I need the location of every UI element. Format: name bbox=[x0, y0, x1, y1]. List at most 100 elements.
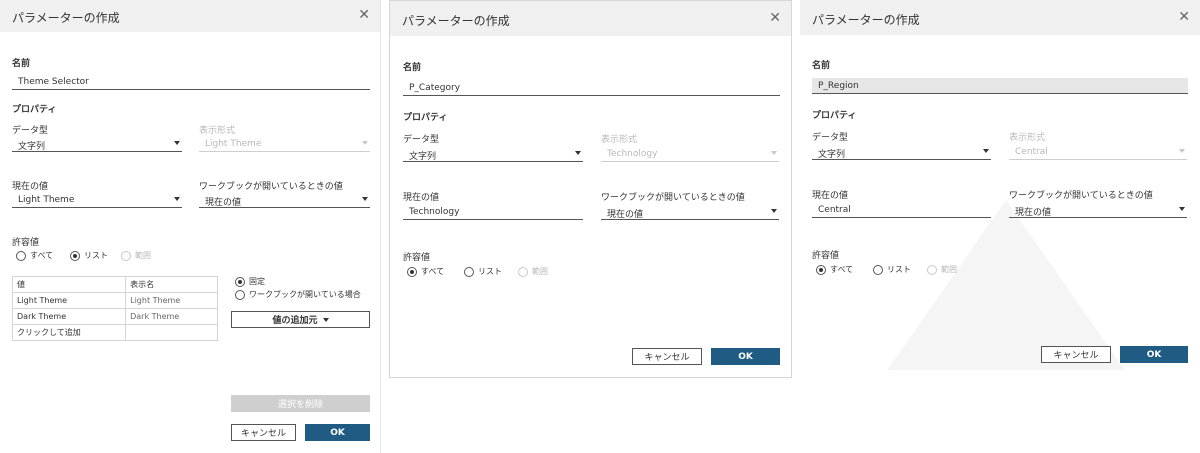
table-cell-display[interactable] bbox=[125, 324, 218, 341]
cancel-button[interactable]: キャンセル bbox=[1041, 346, 1111, 363]
chevron-down-icon bbox=[362, 197, 368, 201]
chevron-down-icon bbox=[771, 209, 777, 213]
column-header-display-name: 表示名 bbox=[125, 276, 218, 293]
data-type-select[interactable]: 文字列 bbox=[12, 136, 182, 152]
dialog-header: パラメーターの作成 ✕ bbox=[0, 0, 380, 32]
radio-when-workbook-opens[interactable]: ワークブックが開いている場合 bbox=[235, 289, 361, 300]
table-row-add[interactable]: クリックして追加 bbox=[11, 324, 218, 341]
properties-label: プロパティ bbox=[403, 113, 448, 123]
table-cell-display[interactable]: Dark Theme bbox=[125, 308, 218, 325]
chevron-down-icon bbox=[1179, 207, 1185, 211]
data-type-select[interactable]: 文字列 bbox=[403, 146, 583, 162]
radio-allowed-list[interactable]: リスト bbox=[464, 266, 502, 277]
cancel-button[interactable]: キャンセル bbox=[231, 424, 296, 441]
workbook-open-value: 現在の値 bbox=[205, 198, 242, 208]
workbook-open-value: 現在の値 bbox=[607, 210, 644, 220]
data-type-value: 文字列 bbox=[409, 152, 437, 162]
table-cell-value[interactable]: Light Theme bbox=[11, 292, 127, 309]
close-icon[interactable]: ✕ bbox=[769, 11, 781, 25]
add-values-label: 値の追加元 bbox=[272, 316, 318, 326]
caret-down-icon bbox=[322, 317, 329, 322]
radio-fixed[interactable]: 固定 bbox=[235, 276, 265, 287]
data-type-value: 文字列 bbox=[18, 142, 46, 152]
ok-button[interactable]: OK bbox=[1120, 346, 1188, 363]
properties-label: プロパティ bbox=[812, 111, 857, 121]
values-table: 値 表示名 Light Theme Light Theme Dark Theme… bbox=[11, 276, 218, 341]
display-format-value: Light Theme bbox=[205, 139, 262, 149]
workbook-open-select[interactable]: 現在の値 bbox=[1009, 202, 1187, 218]
cancel-button[interactable]: キャンセル bbox=[632, 348, 702, 365]
current-value-input[interactable]: Central bbox=[812, 202, 991, 218]
display-format-label: 表示形式 bbox=[199, 126, 236, 136]
table-header-row: 値 表示名 bbox=[11, 276, 218, 293]
radio-allowed-list[interactable]: リスト bbox=[873, 264, 911, 275]
name-label: 名前 bbox=[812, 61, 831, 71]
create-parameter-dialog-region: パラメーターの作成 ✕ 名前 P_Region プロパティ データ型 文字列 表… bbox=[800, 0, 1200, 370]
radio-selected-icon bbox=[235, 276, 245, 287]
dialog-title: パラメーターの作成 bbox=[402, 14, 510, 28]
workbook-open-select[interactable]: 現在の値 bbox=[199, 192, 370, 208]
radio-allowed-range: 範囲 bbox=[518, 266, 548, 277]
current-value-input[interactable]: Technology bbox=[403, 204, 583, 220]
radio-allowed-all[interactable]: すべて bbox=[16, 250, 53, 261]
radio-allowed-all[interactable]: すべて bbox=[816, 264, 853, 275]
display-format-select: Central bbox=[1009, 144, 1187, 160]
create-parameter-dialog-category: パラメーターの作成 ✕ 名前 P_Category プロパティ データ型 文字列… bbox=[389, 0, 792, 378]
radio-label: 固定 bbox=[249, 277, 265, 286]
data-type-value: 文字列 bbox=[818, 150, 846, 160]
column-header-value: 値 bbox=[11, 276, 127, 293]
click-to-add-cell[interactable]: クリックして追加 bbox=[11, 324, 127, 341]
current-value-label: 現在の値 bbox=[812, 191, 849, 201]
radio-allowed-range: 範囲 bbox=[121, 250, 151, 261]
chevron-down-icon bbox=[362, 141, 368, 145]
name-input[interactable]: P_Region bbox=[812, 78, 1188, 94]
remove-selection-button: 選択を削除 bbox=[231, 395, 370, 412]
radio-selected-icon bbox=[70, 250, 80, 261]
table-row[interactable]: Dark Theme Dark Theme bbox=[11, 308, 218, 325]
dialog-title: パラメーターの作成 bbox=[812, 13, 920, 27]
cancel-label: キャンセル bbox=[1053, 351, 1099, 361]
workbook-open-label: ワークブックが開いているときの値 bbox=[1009, 191, 1153, 201]
radio-label: すべて bbox=[421, 267, 445, 276]
radio-allowed-all[interactable]: すべて bbox=[407, 266, 444, 277]
chevron-down-icon bbox=[983, 149, 989, 153]
current-value-value: Light Theme bbox=[18, 195, 75, 205]
add-values-from-button[interactable]: 値の追加元 bbox=[231, 311, 370, 328]
table-cell-value[interactable]: Dark Theme bbox=[11, 308, 127, 325]
name-input-value: P_Category bbox=[409, 83, 461, 93]
name-label: 名前 bbox=[403, 63, 422, 73]
radio-icon bbox=[121, 250, 131, 261]
workbook-open-label: ワークブックが開いているときの値 bbox=[199, 182, 343, 192]
ok-button[interactable]: OK bbox=[711, 348, 780, 365]
workbook-open-select[interactable]: 現在の値 bbox=[601, 204, 779, 220]
chevron-down-icon bbox=[1179, 149, 1185, 153]
name-input-value: Theme Selector bbox=[18, 77, 89, 87]
display-format-value: Technology bbox=[607, 149, 658, 159]
radio-icon bbox=[235, 289, 245, 300]
ok-button[interactable]: OK bbox=[305, 424, 370, 441]
ok-label: OK bbox=[738, 351, 753, 362]
table-row[interactable]: Light Theme Light Theme bbox=[11, 292, 218, 309]
workbook-open-label: ワークブックが開いているときの値 bbox=[601, 193, 745, 203]
current-value-select[interactable]: Light Theme bbox=[12, 192, 182, 208]
background-triangle-shape bbox=[886, 200, 1126, 370]
name-input[interactable]: Theme Selector bbox=[12, 74, 370, 90]
data-type-label: データ型 bbox=[12, 126, 49, 136]
close-icon[interactable]: ✕ bbox=[358, 8, 370, 22]
allowed-values-label: 許容値 bbox=[12, 238, 40, 248]
data-type-select[interactable]: 文字列 bbox=[812, 144, 991, 160]
radio-selected-icon bbox=[407, 266, 417, 277]
current-value-label: 現在の値 bbox=[403, 193, 440, 203]
radio-label: 範囲 bbox=[135, 251, 151, 260]
display-format-select: Light Theme bbox=[199, 136, 370, 152]
radio-allowed-list[interactable]: リスト bbox=[70, 250, 108, 261]
name-input-value: P_Region bbox=[818, 81, 859, 91]
radio-label: すべて bbox=[30, 251, 54, 260]
close-icon[interactable]: ✕ bbox=[1178, 10, 1190, 24]
name-input[interactable]: P_Category bbox=[403, 80, 780, 96]
radio-label: リスト bbox=[478, 267, 502, 276]
radio-icon bbox=[464, 266, 474, 277]
radio-icon bbox=[873, 264, 883, 275]
table-cell-display[interactable]: Light Theme bbox=[125, 292, 218, 309]
dialog-header: パラメーターの作成 ✕ bbox=[390, 1, 791, 36]
